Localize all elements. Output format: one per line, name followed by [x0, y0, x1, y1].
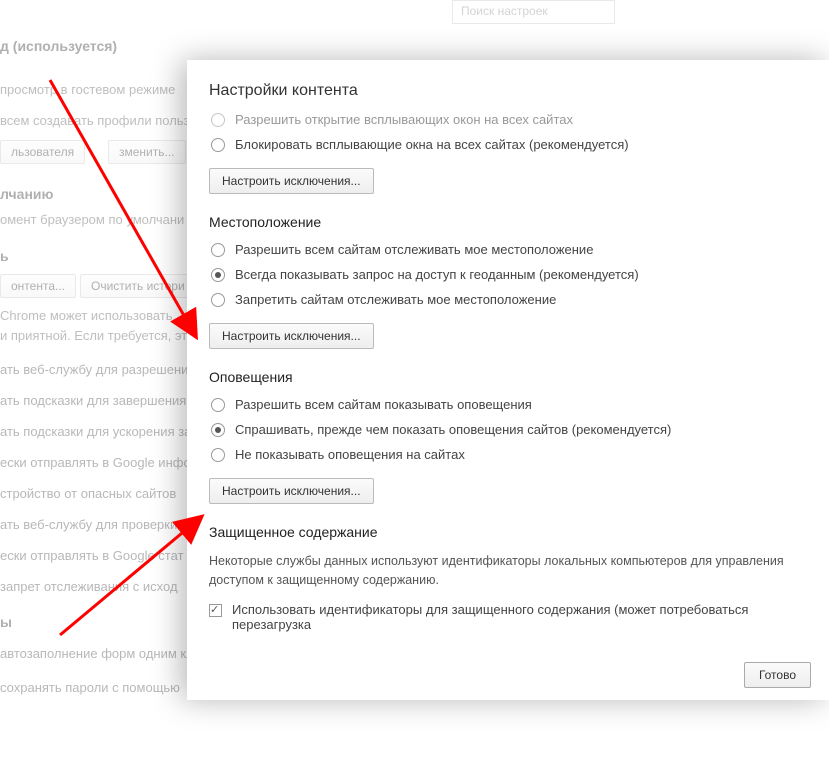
bg-text-chrome2: и приятной. Если требуется, эт	[0, 328, 187, 343]
radio-icon	[211, 138, 225, 152]
popups-allow-row[interactable]: Разрешить открытие всплывающих окон на в…	[209, 112, 807, 127]
notifications-allow-row[interactable]: Разрешить всем сайтам показывать оповеще…	[209, 397, 807, 412]
notifications-ask-label: Спрашивать, прежде чем показать оповещен…	[235, 422, 671, 437]
modal-title: Настройки контента	[209, 82, 807, 100]
bg-text-allowcreate: всем создавать профили польз	[0, 113, 190, 128]
bg-check-9: автозаполнение форм одним кл	[0, 646, 194, 661]
bg-heading-4: ы	[0, 614, 12, 630]
location-manage-button[interactable]: Настроить исключения...	[209, 323, 374, 349]
notifications-title: Оповещения	[209, 369, 807, 385]
bg-text-defbrowser: омент браузером по умолчани	[0, 212, 184, 227]
bg-check-4: ески отправлять в Google инфо	[0, 455, 191, 470]
location-block-label: Запретить сайтам отслеживать мое местопо…	[235, 292, 556, 307]
popups-allow-label: Разрешить открытие всплывающих окон на в…	[235, 112, 573, 127]
bg-text-chrome1: Chrome может использовать	[0, 308, 173, 323]
bg-check-10: сохранять пароли с помощью	[0, 680, 180, 695]
location-block-row[interactable]: Запретить сайтам отслеживать мое местопо…	[209, 292, 807, 307]
protected-check-label: Использовать идентификаторы для защищенн…	[232, 602, 807, 632]
checkbox-icon	[209, 604, 222, 617]
radio-icon	[211, 113, 225, 127]
section-notifications: Оповещения Разрешить всем сайтам показыв…	[209, 369, 807, 504]
content-settings-modal: Настройки контента Разрешить открытие вс…	[187, 60, 829, 700]
bg-btn-clear: Очистить истори	[80, 274, 196, 298]
bg-check-6: ать веб-службу для проверки п	[0, 517, 188, 532]
protected-desc: Некоторые службы данных используют идент…	[209, 552, 807, 590]
location-ask-label: Всегда показывать запрос на доступ к гео…	[235, 267, 639, 282]
radio-icon	[211, 448, 225, 462]
bg-text-guest: просмотр в гостевом режиме	[0, 82, 175, 97]
radio-icon	[211, 398, 225, 412]
section-location: Местоположение Разрешить всем сайтам отс…	[209, 214, 807, 349]
bg-heading-1: д (используется)	[0, 38, 117, 54]
radio-icon	[211, 243, 225, 257]
bg-check-2: ать подсказки для завершения	[0, 393, 186, 408]
radio-icon	[211, 293, 225, 307]
modal-footer: Готово	[744, 662, 811, 688]
location-title: Местоположение	[209, 214, 807, 230]
location-allow-label: Разрешить всем сайтам отслеживать мое ме…	[235, 242, 593, 257]
bg-check-3: ать подсказки для ускорения за	[0, 424, 191, 439]
bg-check-8: запрет отслеживания с исход	[0, 579, 178, 594]
bg-check-7: ески отправлять в Google стат	[0, 548, 184, 563]
notifications-block-row[interactable]: Не показывать оповещения на сайтах	[209, 447, 807, 462]
bg-btn-content: онтента...	[0, 274, 76, 298]
protected-check-row[interactable]: Использовать идентификаторы для защищенн…	[209, 602, 807, 632]
location-allow-row[interactable]: Разрешить всем сайтам отслеживать мое ме…	[209, 242, 807, 257]
arrow-2	[60, 518, 200, 635]
search-input: Поиск настроек	[452, 0, 615, 24]
bg-heading-2: лчанию	[0, 186, 53, 202]
radio-icon	[211, 423, 225, 437]
location-ask-row[interactable]: Всегда показывать запрос на доступ к гео…	[209, 267, 807, 282]
bg-heading-3: ь	[0, 248, 9, 264]
protected-title: Защищенное содержание	[209, 524, 807, 540]
bg-btn-user: льзователя	[0, 140, 85, 164]
radio-icon	[211, 268, 225, 282]
popups-block-label: Блокировать всплывающие окна на всех сай…	[235, 137, 629, 152]
popups-block-row[interactable]: Блокировать всплывающие окна на всех сай…	[209, 137, 807, 152]
section-popups: Разрешить открытие всплывающих окон на в…	[209, 112, 807, 194]
notifications-block-label: Не показывать оповещения на сайтах	[235, 447, 465, 462]
bg-check-5: стройство от опасных сайтов	[0, 486, 176, 501]
bg-check-1: ать веб-службу для разрешени	[0, 362, 188, 377]
notifications-manage-button[interactable]: Настроить исключения...	[209, 478, 374, 504]
notifications-allow-label: Разрешить всем сайтам показывать оповеще…	[235, 397, 532, 412]
popups-manage-button[interactable]: Настроить исключения...	[209, 168, 374, 194]
section-protected-content: Защищенное содержание Некоторые службы д…	[209, 524, 807, 632]
notifications-ask-row[interactable]: Спрашивать, прежде чем показать оповещен…	[209, 422, 807, 437]
bg-btn-change: зменить...	[108, 140, 186, 164]
done-button[interactable]: Готово	[744, 662, 811, 688]
arrow-1	[50, 80, 195, 335]
